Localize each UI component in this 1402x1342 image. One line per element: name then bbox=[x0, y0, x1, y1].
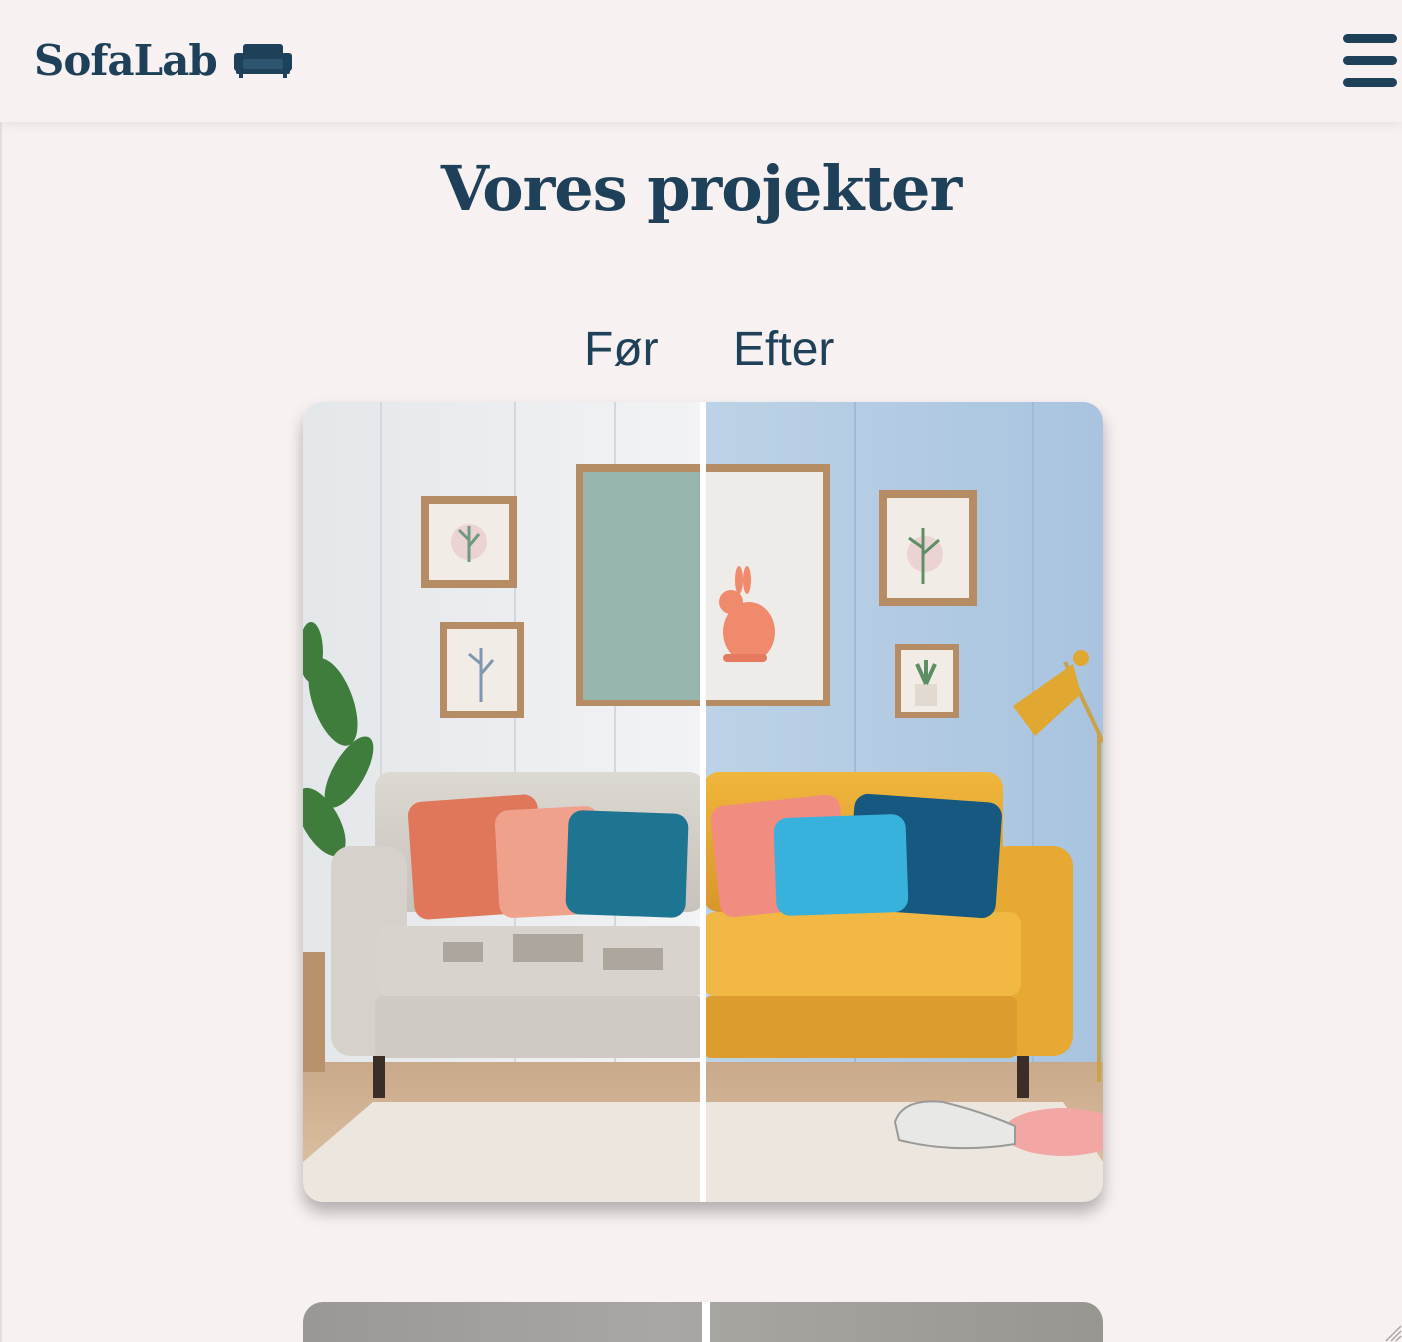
site-header: SofaLab bbox=[0, 0, 1402, 122]
hamburger-menu-icon[interactable] bbox=[1340, 32, 1400, 92]
brand-logo-link[interactable]: SofaLab bbox=[34, 28, 293, 92]
before-label: Før bbox=[584, 323, 659, 376]
comparison-slider-handle[interactable] bbox=[700, 402, 706, 1202]
resize-grip-icon[interactable] bbox=[1382, 1322, 1402, 1342]
sofa-icon bbox=[233, 44, 292, 78]
second-comparison-slider-handle[interactable] bbox=[702, 1302, 710, 1342]
page-title: Vores projekter bbox=[440, 152, 962, 225]
after-label: Efter bbox=[733, 323, 835, 376]
brand-name: SofaLab bbox=[34, 35, 218, 85]
second-before-after-comparison-image[interactable] bbox=[303, 1302, 1103, 1342]
before-after-comparison-image[interactable] bbox=[303, 402, 1103, 1202]
